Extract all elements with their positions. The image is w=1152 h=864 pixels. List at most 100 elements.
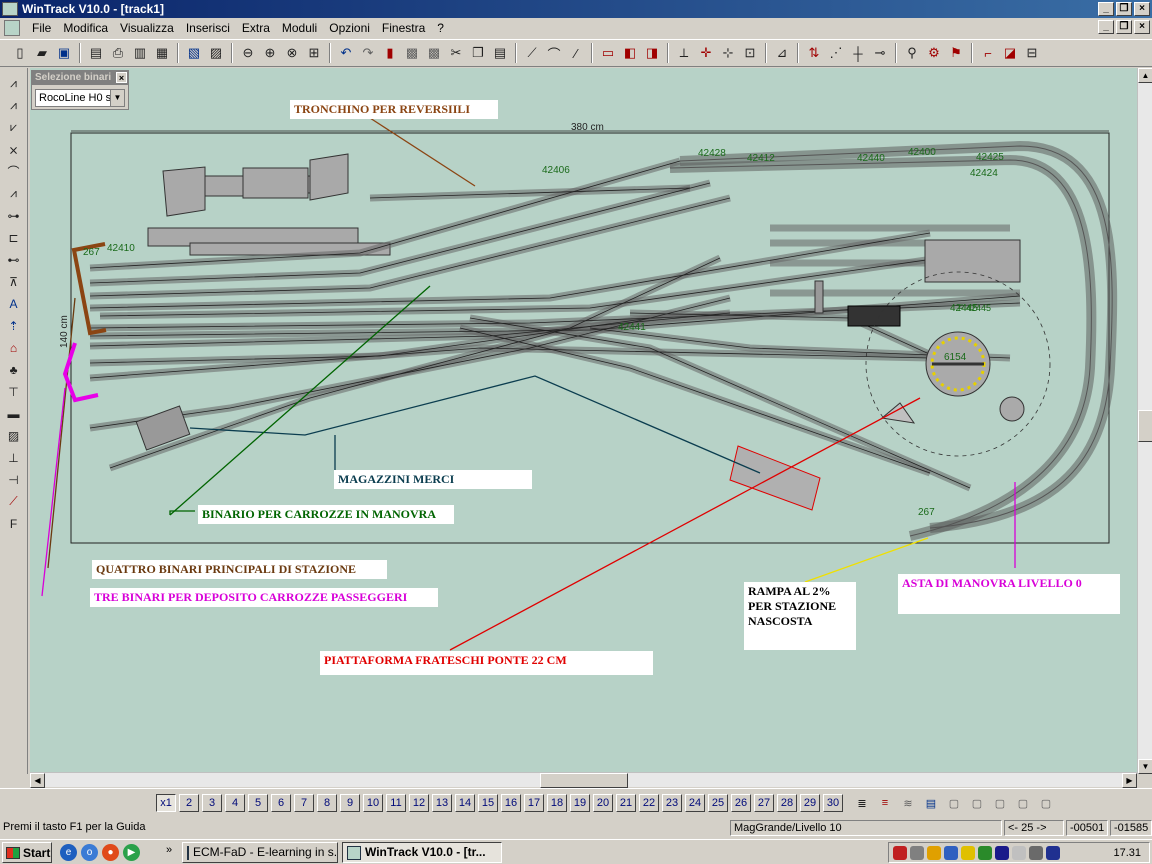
palette-close-icon[interactable]: × [116, 72, 127, 83]
paste-layer-icon[interactable]: ▩ [424, 43, 444, 63]
doc-restore-button[interactable]: ❐ [1116, 20, 1132, 34]
scroll-down-icon[interactable]: ▼ [1138, 759, 1152, 774]
flex-track-icon[interactable]: ⟋ [522, 43, 542, 63]
scroll-up-icon[interactable]: ▲ [1138, 68, 1152, 83]
zoom-in-icon[interactable]: ⊕ [260, 43, 280, 63]
menu-visualizza[interactable]: Visualizza [114, 21, 180, 35]
select-box-icon[interactable]: ▭ [598, 43, 618, 63]
rail-icon[interactable]: ⩘ [3, 184, 25, 203]
level-button-25[interactable]: 25 [708, 794, 728, 812]
turnout-icon[interactable]: ⩗ [3, 118, 25, 137]
page-1-icon[interactable]: ▢ [944, 794, 964, 812]
save-icon[interactable]: ▣ [54, 43, 74, 63]
maximize-button[interactable]: ❐ [1116, 2, 1132, 16]
signal-icon[interactable]: ⊶ [3, 206, 25, 225]
level-button-24[interactable]: 24 [685, 794, 705, 812]
level-button-3[interactable]: 3 [202, 794, 222, 812]
open-folder-icon[interactable]: ▰ [32, 43, 52, 63]
layer-edit-icon[interactable]: ≡ [875, 794, 895, 812]
extra-icon[interactable]: ⊟ [1022, 43, 1042, 63]
menu-moduli[interactable]: Moduli [276, 21, 323, 35]
minimize-button[interactable]: _ [1098, 2, 1114, 16]
level-button-21[interactable]: 21 [616, 794, 636, 812]
connect-icon[interactable]: ⊹ [718, 43, 738, 63]
straight-track-icon[interactable]: ∕ [566, 43, 586, 63]
document-icon[interactable] [4, 20, 20, 36]
library-icon[interactable]: ▧ [184, 43, 204, 63]
scroll-right-icon[interactable]: ▶ [1122, 773, 1137, 788]
track-canvas[interactable]: 380 cm 140 cm 6154 F 42445 267 42410 424… [30, 68, 1137, 774]
connector-icon[interactable]: ⊣ [3, 470, 25, 489]
gap-icon[interactable]: ⊥ [3, 448, 25, 467]
curve-tool-icon[interactable]: ⌒ [3, 162, 25, 181]
layer-hide-icon[interactable]: ≋ [898, 794, 918, 812]
level-button-2[interactable]: 2 [179, 794, 199, 812]
menu-inserisci[interactable]: Inserisci [180, 21, 236, 35]
vertical-scroll-thumb[interactable] [1138, 410, 1152, 442]
redo-icon[interactable]: ↷ [358, 43, 378, 63]
vertical-scrollbar[interactable]: ▲ ▼ [1137, 68, 1152, 774]
platform-icon[interactable]: ▬ [3, 404, 25, 423]
text-icon[interactable]: A [3, 294, 25, 313]
tray-network-icon[interactable] [910, 845, 924, 860]
level-button-23[interactable]: 23 [662, 794, 682, 812]
level-button-30[interactable]: 30 [823, 794, 843, 812]
palette-title-bar[interactable]: Selezione binari × [32, 71, 128, 85]
level-button-1[interactable]: x1 [156, 794, 176, 812]
zoom-fit-icon[interactable]: ⊞ [304, 43, 324, 63]
select-track-icon[interactable]: ⩘ [3, 74, 25, 93]
level-button-6[interactable]: 6 [271, 794, 291, 812]
snap-icon[interactable]: ⊸ [870, 43, 890, 63]
chevron-down-icon[interactable]: ▼ [110, 90, 124, 106]
level-button-26[interactable]: 26 [731, 794, 751, 812]
curve-icon[interactable]: ⌒ [544, 43, 564, 63]
level-button-16[interactable]: 16 [501, 794, 521, 812]
tree-icon[interactable]: ♣ [3, 360, 25, 379]
graph-icon[interactable]: ▨ [3, 426, 25, 445]
level-button-22[interactable]: 22 [639, 794, 659, 812]
level-button-5[interactable]: 5 [248, 794, 268, 812]
internet-explorer-icon[interactable]: e [60, 844, 77, 861]
tray-update-icon[interactable] [944, 845, 958, 860]
menu-modifica[interactable]: Modifica [57, 21, 114, 35]
catenary-icon[interactable]: ⊤ [3, 382, 25, 401]
level-button-11[interactable]: 11 [386, 794, 406, 812]
track-system-select[interactable]: RocoLine H0 se ▼ [35, 89, 125, 107]
level-button-18[interactable]: 18 [547, 794, 567, 812]
page-3-icon[interactable]: ▢ [990, 794, 1010, 812]
tray-app-icon[interactable] [893, 845, 907, 860]
cut-icon[interactable]: ✂ [446, 43, 466, 63]
align-icon[interactable]: ⊡ [740, 43, 760, 63]
settings-icon[interactable]: ⚙ [924, 43, 944, 63]
layer-stack-icon[interactable]: ▤ [921, 794, 941, 812]
print-setup-icon[interactable]: ▥ [130, 43, 150, 63]
menu-file[interactable]: File [26, 21, 57, 35]
level-button-17[interactable]: 17 [524, 794, 544, 812]
level-button-8[interactable]: 8 [317, 794, 337, 812]
level-button-19[interactable]: 19 [570, 794, 590, 812]
zoom-out-icon[interactable]: ⊖ [238, 43, 258, 63]
menu-finestra[interactable]: Finestra [376, 21, 431, 35]
undo-icon[interactable]: ↶ [336, 43, 356, 63]
app-icon[interactable] [2, 2, 18, 16]
print-preview-icon[interactable]: ▤ [86, 43, 106, 63]
bridge-icon[interactable]: ⊼ [3, 272, 25, 291]
copy-layer-icon[interactable]: ▩ [402, 43, 422, 63]
page-4-icon[interactable]: ▢ [1013, 794, 1033, 812]
paste-icon[interactable]: ▤ [490, 43, 510, 63]
level-button-10[interactable]: 10 [363, 794, 383, 812]
properties-icon[interactable]: ⚑ [946, 43, 966, 63]
track-list-icon[interactable]: ⩘ [3, 96, 25, 115]
slope-icon[interactable]: ⟋ [3, 492, 25, 511]
insert-icon[interactable]: ⊿ [772, 43, 792, 63]
player-icon[interactable]: ▶ [123, 844, 140, 861]
select-red-icon[interactable]: ◧ [620, 43, 640, 63]
menu-help[interactable]: ? [431, 21, 450, 35]
menu-extra[interactable]: Extra [236, 21, 276, 35]
track-set-icon[interactable]: ⊷ [3, 250, 25, 269]
height-icon[interactable]: ⇅ [804, 43, 824, 63]
copy-icon[interactable]: ❐ [468, 43, 488, 63]
level-button-7[interactable]: 7 [294, 794, 314, 812]
level-button-12[interactable]: 12 [409, 794, 429, 812]
doc-minimize-button[interactable]: _ [1098, 20, 1114, 34]
